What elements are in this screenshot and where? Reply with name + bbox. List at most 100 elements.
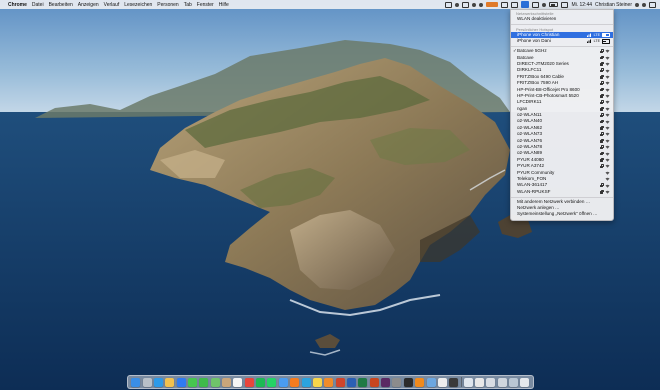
wifi-signal-icon [605,62,610,66]
word-icon[interactable] [347,377,356,387]
mail-icon[interactable] [278,377,288,387]
bluetooth-icon[interactable] [479,2,484,7]
system-preferences-icon[interactable] [392,377,402,387]
cellular-signal-icon [586,33,592,38]
volume-icon[interactable] [472,2,477,7]
network-status [605,171,610,175]
menu-separator [511,196,613,198]
network-name: DIRECT-JTM2020 Series [517,60,569,66]
network-status [600,138,610,143]
vlc-icon[interactable] [415,377,425,387]
bluetooth-status-icon[interactable] [542,2,547,7]
menubar-username[interactable]: Christian Steiner [595,2,632,8]
search-icon[interactable] [635,2,639,7]
cellular-signal-icon [586,39,592,44]
photos-icon[interactable] [165,377,175,387]
network-name: Telekom_FON [517,175,547,181]
menu-item-fenster[interactable]: Fenster [197,2,214,8]
menu-item-hilfe[interactable]: Hilfe [219,2,229,8]
network-name: ngan [517,105,528,111]
network-status [600,74,610,79]
menu-item-tab[interactable]: Tab [184,2,192,8]
wifi-signal-icon [605,190,610,194]
menu-item-datei[interactable]: Datei [32,2,44,8]
menu-separator [511,23,613,25]
dropbox-icon[interactable] [445,1,453,8]
app-store-icon[interactable] [176,377,186,387]
menu-item-lesezeichen[interactable]: Lesezeichen [124,2,152,8]
menu-item-verlauf[interactable]: Verlauf [104,2,120,8]
lock-icon [600,119,604,124]
books-icon[interactable] [324,377,334,387]
keyboard-icon[interactable] [561,1,569,8]
wifi-signal-icon [605,152,610,156]
wifi-signal-icon [605,171,610,175]
siri-icon[interactable] [642,2,646,7]
hotspot-item[interactable]: iPhone von Dani LTE [511,38,613,44]
downloads-stack-icon[interactable] [463,377,473,387]
timemachine-icon[interactable] [455,2,460,7]
messages-icon[interactable] [187,377,197,387]
terminal-icon[interactable] [403,377,413,387]
network-status [600,151,610,156]
wifi-toggle-item[interactable]: WLAN deaktivieren [511,16,613,22]
network-status [600,119,610,124]
orange-app-icon[interactable] [486,2,499,7]
menu-item-anzeigen[interactable]: Anzeigen [78,2,99,8]
trash-icon[interactable] [520,377,530,387]
network-name: PYUR A3742 [517,163,545,169]
wifi-signal-icon [605,113,610,118]
menu-item-bearbeiten[interactable]: Bearbeiten [49,2,73,8]
contacts-icon[interactable] [222,377,232,387]
cast-icon[interactable] [532,1,540,8]
lock-icon [600,183,604,188]
network-status [600,144,610,149]
screen-icon[interactable] [462,1,470,8]
network-status [600,164,610,169]
excel-icon[interactable] [358,377,368,387]
menu-app-name[interactable]: Chrome [8,2,27,8]
network-status [600,61,610,66]
calendar-icon[interactable] [233,377,243,387]
wifi-signal-icon [605,126,610,130]
textedit-icon[interactable] [437,377,447,387]
lock-icon [600,125,604,130]
lock-icon [600,80,604,85]
wifi-signal-icon [605,69,610,73]
screenshots-stack-icon[interactable] [497,377,507,387]
slack-icon[interactable] [381,377,391,387]
notes-icon[interactable] [312,377,322,387]
office-icon[interactable] [335,377,345,387]
mail-icon[interactable] [511,1,519,8]
network-item[interactable]: WLAN-RPUKSF [511,189,613,195]
menu-separator [511,46,613,47]
chrome-icon[interactable] [244,377,254,387]
telegram-icon[interactable] [301,377,311,387]
documents-stack-icon[interactable] [474,377,484,387]
folder-stack-icon[interactable] [508,377,518,387]
launchpad-icon[interactable] [142,377,152,387]
whatsapp-icon[interactable] [267,377,277,387]
powerpoint-icon[interactable] [369,377,379,387]
network-status [600,125,610,130]
wifi-icon[interactable] [521,1,530,8]
display-icon[interactable] [501,1,509,8]
menu-item-personen[interactable]: Personen [157,2,178,8]
menubar-clock[interactable]: Mi. 12:44 [571,2,592,8]
network-status [600,93,610,98]
battery-icon[interactable] [549,2,559,7]
notification-center-icon[interactable] [649,1,656,8]
spotify-icon[interactable] [256,377,266,387]
maps-icon[interactable] [210,377,220,387]
network-preferences-item[interactable]: Systemeinstellung „Netzwerk“ öffnen … [511,211,613,217]
activity-monitor-icon[interactable] [449,377,459,387]
safari-icon[interactable] [153,377,163,387]
applications-stack-icon[interactable] [486,377,496,387]
preview-icon[interactable] [426,377,436,387]
firefox-icon[interactable] [290,377,300,387]
wifi-signal-icon [605,81,610,86]
facetime-icon[interactable] [199,377,209,387]
network-name: o2-WLAN40 [517,118,543,124]
network-name: o2-WLAN62 [517,124,543,130]
finder-icon[interactable] [131,377,141,387]
